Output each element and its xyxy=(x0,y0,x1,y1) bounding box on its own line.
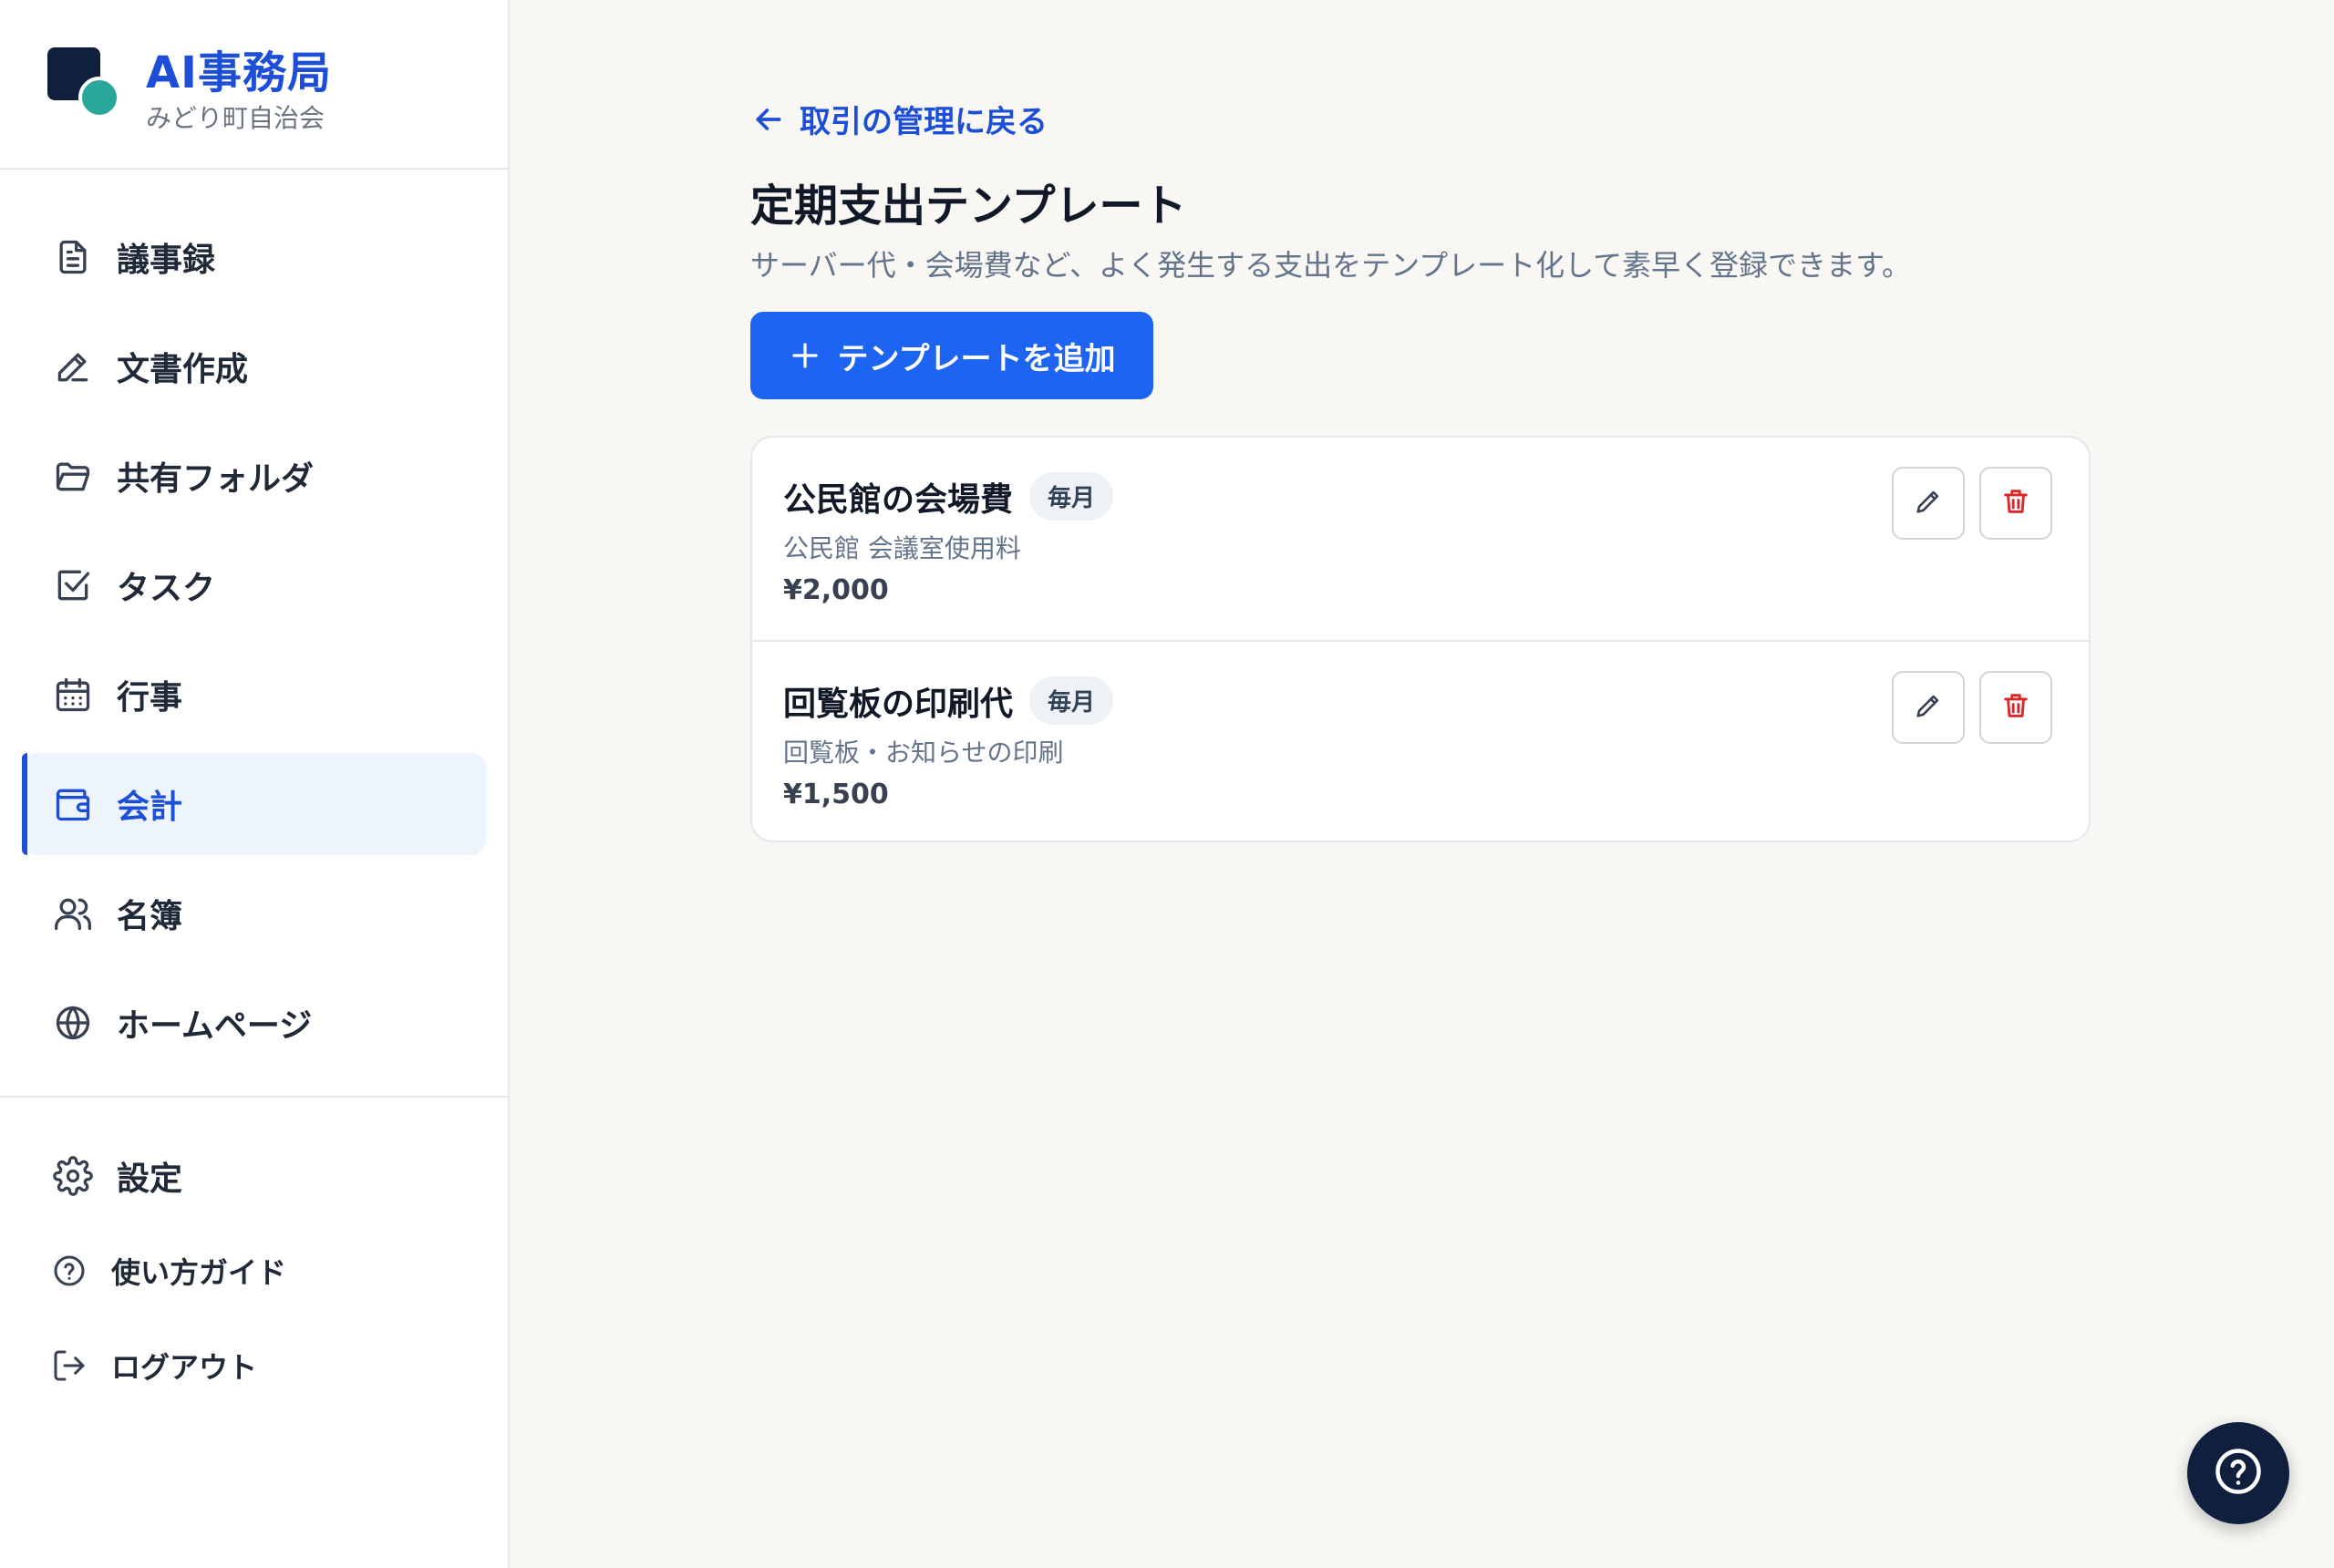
frequency-badge: 毎月 xyxy=(1029,676,1114,725)
delete-template-button[interactable] xyxy=(1979,671,2052,744)
template-amount: ¥1,500 xyxy=(783,779,889,810)
sidebar-item-guide[interactable]: 使い方ガイド xyxy=(22,1225,486,1316)
wallet-icon xyxy=(51,782,95,826)
sidebar-item-shared-folder[interactable]: 共有フォルダ xyxy=(22,425,486,527)
brand-title: AI事務局 xyxy=(146,47,333,98)
logout-icon xyxy=(51,1347,88,1384)
template-amount: ¥2,000 xyxy=(783,574,889,606)
sidebar-item-label: 会計 xyxy=(117,789,183,826)
sidebar: AI事務局 みどり町自治会 議事録 文書作成 共有フォルダ タスク 行事 会計 … xyxy=(0,0,510,1568)
sidebar-item-accounting[interactable]: 会計 xyxy=(22,753,486,855)
edit-template-button[interactable] xyxy=(1892,467,1965,540)
sidebar-divider xyxy=(0,1096,508,1098)
app-logo xyxy=(47,47,120,120)
checkbox-icon xyxy=(51,563,95,607)
template-row: 回覧板の印刷代 毎月 回覧板・お知らせの印刷 ¥1,500 xyxy=(752,640,2089,841)
template-list: 公民館の会場費 毎月 公民館 会議室使用料 ¥2,000 回覧板の印刷代 毎月 … xyxy=(750,436,2091,842)
app-root: AI事務局 みどり町自治会 議事録 文書作成 共有フォルダ タスク 行事 会計 … xyxy=(0,0,2334,1568)
delete-template-button[interactable] xyxy=(1979,467,2052,540)
help-circle-icon xyxy=(2211,1444,2266,1502)
page-title: 定期支出テンプレート xyxy=(750,181,1187,232)
page-description: サーバー代・会場費など、よく発生する支出をテンプレート化して素早く登録できます。 xyxy=(750,248,1911,283)
sidebar-item-events[interactable]: 行事 xyxy=(22,644,486,746)
logo-circle xyxy=(78,77,120,119)
template-name: 公民館の会場費 xyxy=(783,480,1014,519)
sidebar-item-label: ホームページ xyxy=(117,1007,313,1045)
back-link-label: 取引の管理に戻る xyxy=(800,104,1048,140)
arrow-left-icon xyxy=(750,101,787,138)
sidebar-item-tasks[interactable]: タスク xyxy=(22,534,486,636)
plus-icon xyxy=(789,339,821,372)
sidebar-item-label: 議事録 xyxy=(117,242,216,279)
template-name: 回覧板の印刷代 xyxy=(783,685,1014,723)
sidebar-item-label: 行事 xyxy=(117,679,183,717)
main-nav: 議事録 文書作成 共有フォルダ タスク 行事 会計 名簿 ホームページ xyxy=(0,170,508,1074)
back-to-transactions-link[interactable]: 取引の管理に戻る xyxy=(750,97,1048,141)
trash-icon xyxy=(2000,690,2031,725)
pencil-icon xyxy=(1913,486,1944,521)
template-row: 公民館の会場費 毎月 公民館 会議室使用料 ¥2,000 xyxy=(752,438,2089,640)
sidebar-item-label: ログアウト xyxy=(111,1350,258,1385)
help-fab-button[interactable] xyxy=(2187,1422,2289,1524)
sidebar-item-label: 名簿 xyxy=(117,898,183,935)
add-template-button[interactable]: テンプレートを追加 xyxy=(750,312,1153,399)
sidebar-item-label: 共有フォルダ xyxy=(117,460,315,498)
template-title: 回覧板の印刷代 毎月 xyxy=(783,676,1114,725)
main-content: 取引の管理に戻る 定期支出テンプレート サーバー代・会場費など、よく発生する支出… xyxy=(510,0,2334,1568)
sidebar-item-settings[interactable]: 設定 xyxy=(22,1130,486,1222)
trash-icon xyxy=(2000,486,2031,521)
brand-subtitle: みどり町自治会 xyxy=(146,103,325,133)
sidebar-item-label: 使い方ガイド xyxy=(111,1255,287,1290)
brand-header: AI事務局 みどり町自治会 xyxy=(0,0,508,170)
sidebar-item-label: タスク xyxy=(117,570,216,607)
document-icon xyxy=(51,235,95,279)
sidebar-item-documents[interactable]: 文書作成 xyxy=(22,315,486,418)
add-template-label: テンプレートを追加 xyxy=(837,340,1116,377)
template-description: 回覧板・お知らせの印刷 xyxy=(783,738,1064,768)
sidebar-item-roster[interactable]: 名簿 xyxy=(22,862,486,965)
users-icon xyxy=(51,892,95,935)
pencil-icon xyxy=(51,345,95,388)
frequency-badge: 毎月 xyxy=(1029,472,1114,521)
sidebar-bottom-nav: 設定 使い方ガイド ログアウト xyxy=(0,1127,508,1415)
calendar-icon xyxy=(51,673,95,717)
sidebar-item-minutes[interactable]: 議事録 xyxy=(22,206,486,308)
sidebar-item-homepage[interactable]: ホームページ xyxy=(22,972,486,1074)
sidebar-item-logout[interactable]: ログアウト xyxy=(22,1320,486,1411)
edit-template-button[interactable] xyxy=(1892,671,1965,744)
pencil-icon xyxy=(1913,690,1944,725)
template-description: 公民館 会議室使用料 xyxy=(783,533,1021,563)
sidebar-item-label: 設定 xyxy=(117,1161,183,1198)
sidebar-item-label: 文書作成 xyxy=(117,351,249,388)
folder-icon xyxy=(51,454,95,498)
gear-icon xyxy=(51,1154,95,1198)
help-circle-icon xyxy=(51,1253,88,1289)
template-title: 公民館の会場費 毎月 xyxy=(783,472,1114,521)
globe-icon xyxy=(51,1001,95,1045)
